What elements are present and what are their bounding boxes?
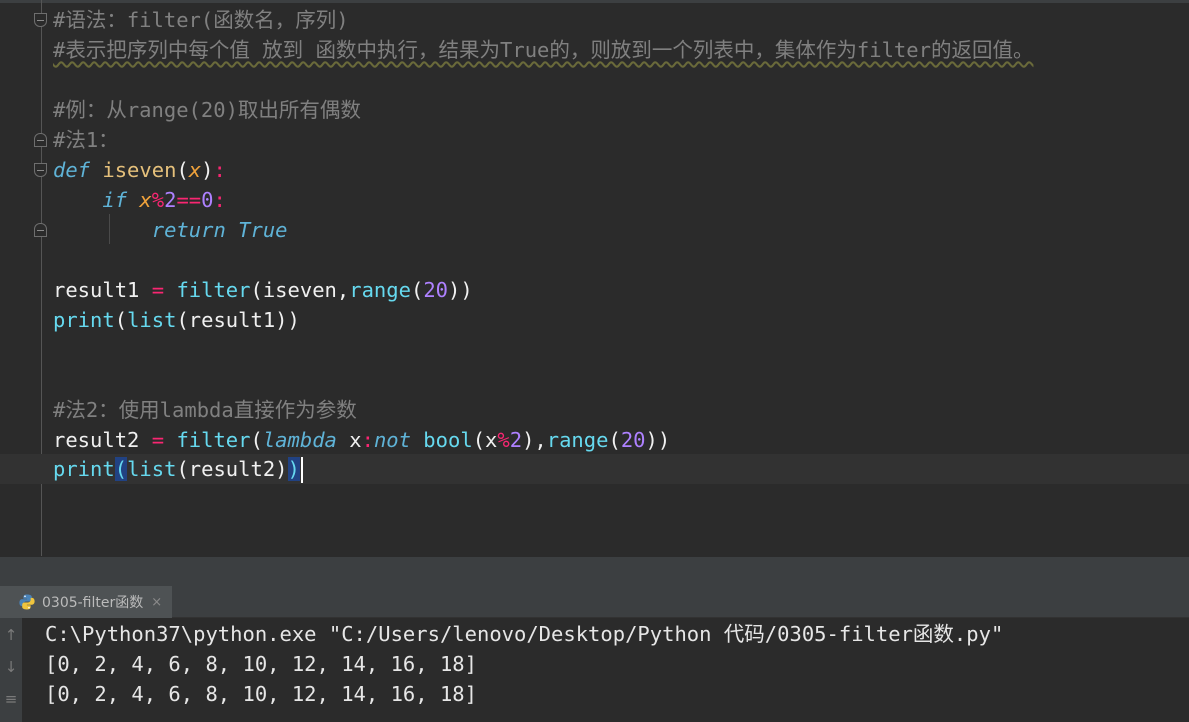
python-icon <box>19 594 35 610</box>
print-result1: print(list(result1)) <box>53 308 300 332</box>
console-output-line: [0, 2, 4, 6, 8, 10, 12, 14, 16, 18] <box>45 682 477 706</box>
if-statement: if x%2==0: <box>102 188 226 212</box>
fold-end-icon[interactable] <box>34 133 47 147</box>
close-icon[interactable]: × <box>151 595 162 610</box>
scroll-up-icon[interactable]: ↑ <box>2 624 20 646</box>
code-line-5[interactable]: #法1： <box>0 125 1189 155</box>
fold-start-icon[interactable] <box>34 13 47 27</box>
code-line-10[interactable]: result1 = filter(iseven,range(20)) <box>0 275 1189 305</box>
code-line-11[interactable]: print(list(result1)) <box>0 305 1189 335</box>
code-line-15[interactable]: result2 = filter(lambda x:not bool(x%2),… <box>0 425 1189 455</box>
scroll-down-icon[interactable]: ↓ <box>2 656 20 678</box>
result2-assignment: result2 = filter(lambda x:not bool(x%2),… <box>53 428 671 452</box>
run-tab[interactable]: 0305-filter函数 × <box>0 586 173 618</box>
print-result2: print(list(result2)) <box>53 454 303 484</box>
editor-top-border <box>0 0 1189 3</box>
soft-wrap-icon[interactable]: ≡ <box>2 688 20 710</box>
result1-assignment: result1 = filter(iseven,range(20)) <box>53 278 473 302</box>
comment-method-2: #法2：使用lambda直接作为参数 <box>53 398 357 422</box>
comment-example: #例：从range(20)取出所有偶数 <box>53 98 361 122</box>
code-line-6[interactable]: def iseven(x): <box>0 155 1189 185</box>
console-command-line: C:\Python37\python.exe "C:/Users/lenovo/… <box>45 622 1004 646</box>
code-line-2[interactable]: #表示把序列中每个值 放到 函数中执行，结果为True的，则放到一个列表中，集体… <box>0 35 1189 65</box>
return-statement: return True <box>151 218 288 242</box>
comment-method-1: #法1： <box>53 128 119 152</box>
panel-splitter[interactable] <box>0 556 1189 586</box>
run-tab-bar: 0305-filter函数 × <box>0 586 1189 618</box>
run-toolbar: ↑ ↓ ≡ <box>0 618 22 722</box>
console-output-line: [0, 2, 4, 6, 8, 10, 12, 14, 16, 18] <box>45 652 477 676</box>
fold-end-icon[interactable] <box>34 223 47 237</box>
code-line-16-current[interactable]: print(list(result2)) <box>0 454 1189 484</box>
code-line-4[interactable]: #例：从range(20)取出所有偶数 <box>0 95 1189 125</box>
code-editor[interactable]: #语法：filter(函数名，序列) #表示把序列中每个值 放到 函数中执行，结… <box>0 0 1189 556</box>
matched-paren-open: ( <box>114 457 128 481</box>
run-tab-label: 0305-filter函数 <box>42 595 144 611</box>
comment-description: #表示把序列中每个值 放到 函数中执行，结果为True的，则放到一个列表中，集体… <box>53 38 1034 62</box>
code-line-14[interactable]: #法2：使用lambda直接作为参数 <box>0 395 1189 425</box>
comment-syntax: #语法：filter(函数名，序列) <box>53 8 349 32</box>
def-statement: def iseven(x): <box>53 158 226 182</box>
fold-start-icon[interactable] <box>34 163 47 177</box>
code-line-8[interactable]: return True <box>0 215 1189 245</box>
run-console[interactable]: C:\Python37\python.exe "C:/Users/lenovo/… <box>22 618 1189 722</box>
matched-paren-close: ) <box>287 457 300 481</box>
text-caret <box>300 457 303 483</box>
code-line-7[interactable]: if x%2==0: <box>0 185 1189 215</box>
code-line-1[interactable]: #语法：filter(函数名，序列) <box>0 5 1189 35</box>
